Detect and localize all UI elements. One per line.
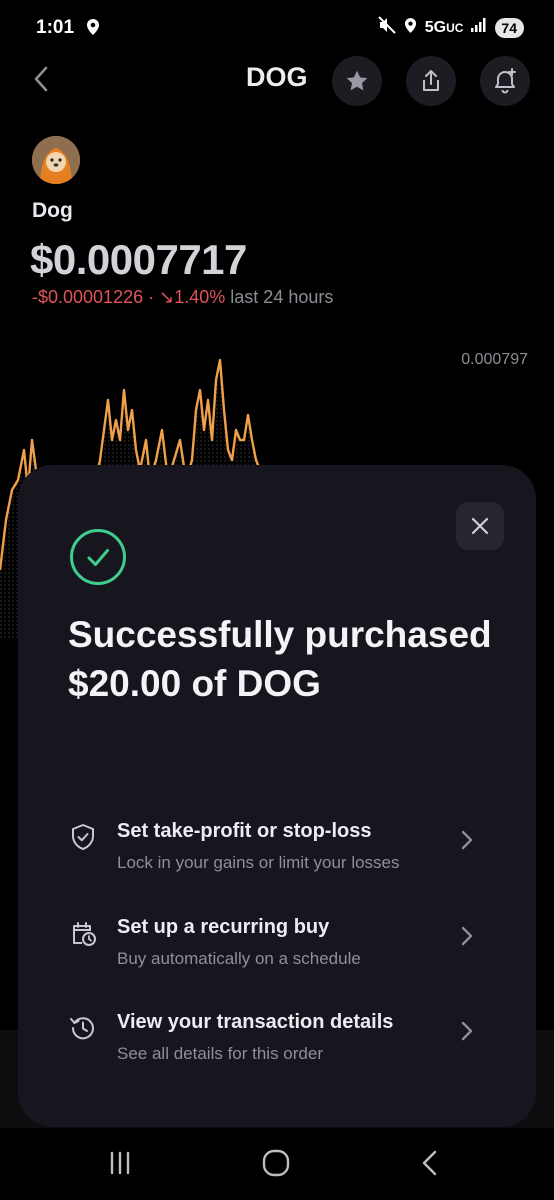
option-title: View your transaction details	[117, 1011, 394, 1033]
history-icon	[70, 1017, 94, 1040]
calendar-clock-icon	[73, 922, 96, 946]
option-subtitle: Lock in your gains or limit your losses	[117, 853, 400, 872]
option-recurring-buy[interactable]: Set up a recurring buy Buy automatically…	[18, 916, 536, 986]
close-icon	[471, 517, 489, 535]
recent-apps-button[interactable]	[100, 1146, 140, 1180]
change-percent: 1.40%	[174, 287, 226, 307]
success-headline: Successfully purchased $20.00 of DOG	[68, 614, 492, 704]
trend-down-icon: ↘	[159, 287, 175, 307]
success-check-icon	[70, 529, 126, 585]
back-button[interactable]	[28, 64, 58, 94]
battery-indicator: 74	[495, 17, 524, 38]
bell-plus-icon	[495, 68, 516, 94]
dog-avatar-icon	[32, 136, 80, 184]
change-amount: -$0.00001226	[32, 287, 144, 307]
back-chevron-icon	[34, 66, 48, 92]
option-take-profit-stop-loss[interactable]: Set take-profit or stop-loss Lock in you…	[18, 820, 536, 890]
system-back-button[interactable]	[410, 1146, 450, 1180]
recent-apps-icon	[110, 1151, 130, 1175]
home-icon	[262, 1149, 290, 1177]
location-status-icon	[404, 17, 417, 39]
back-icon	[422, 1150, 437, 1176]
system-nav-bar	[0, 1128, 554, 1200]
chevron-right-icon	[461, 926, 473, 946]
chevron-right-icon	[461, 1021, 473, 1041]
change-period: last 24 hours	[230, 287, 334, 307]
location-icon	[86, 18, 100, 41]
network-label: 5GUC	[424, 18, 464, 36]
coin-name: Dog	[32, 199, 73, 222]
coin-price: $0.0007717	[30, 236, 247, 283]
option-title: Set up a recurring buy	[117, 916, 330, 938]
app-header: DOG	[0, 52, 554, 108]
price-alert-button[interactable]	[480, 56, 530, 106]
page-title: DOG	[246, 62, 308, 92]
status-time: 1:01	[36, 17, 75, 38]
favorite-button[interactable]	[332, 56, 382, 106]
mute-icon	[378, 16, 396, 39]
home-button[interactable]	[256, 1146, 296, 1180]
option-transaction-details[interactable]: View your transaction details See all de…	[18, 1011, 536, 1081]
price-change: -$0.00001226 · ↘1.40% last 24 hours	[32, 287, 333, 308]
option-title: Set take-profit or stop-loss	[117, 820, 372, 842]
chevron-right-icon	[461, 830, 473, 850]
option-subtitle: Buy automatically on a schedule	[117, 949, 361, 968]
signal-icon	[471, 18, 487, 37]
option-subtitle: See all details for this order	[117, 1044, 323, 1063]
share-icon	[423, 70, 439, 91]
coin-avatar	[32, 136, 80, 184]
share-button[interactable]	[406, 56, 456, 106]
star-icon	[346, 70, 368, 91]
status-bar: 1:01 5GUC 74	[0, 0, 554, 56]
close-button[interactable]	[456, 502, 504, 550]
change-separator: ·	[148, 287, 155, 307]
purchase-success-sheet: Successfully purchased $20.00 of DOG Set…	[18, 465, 536, 1127]
shield-check-icon	[72, 824, 94, 850]
